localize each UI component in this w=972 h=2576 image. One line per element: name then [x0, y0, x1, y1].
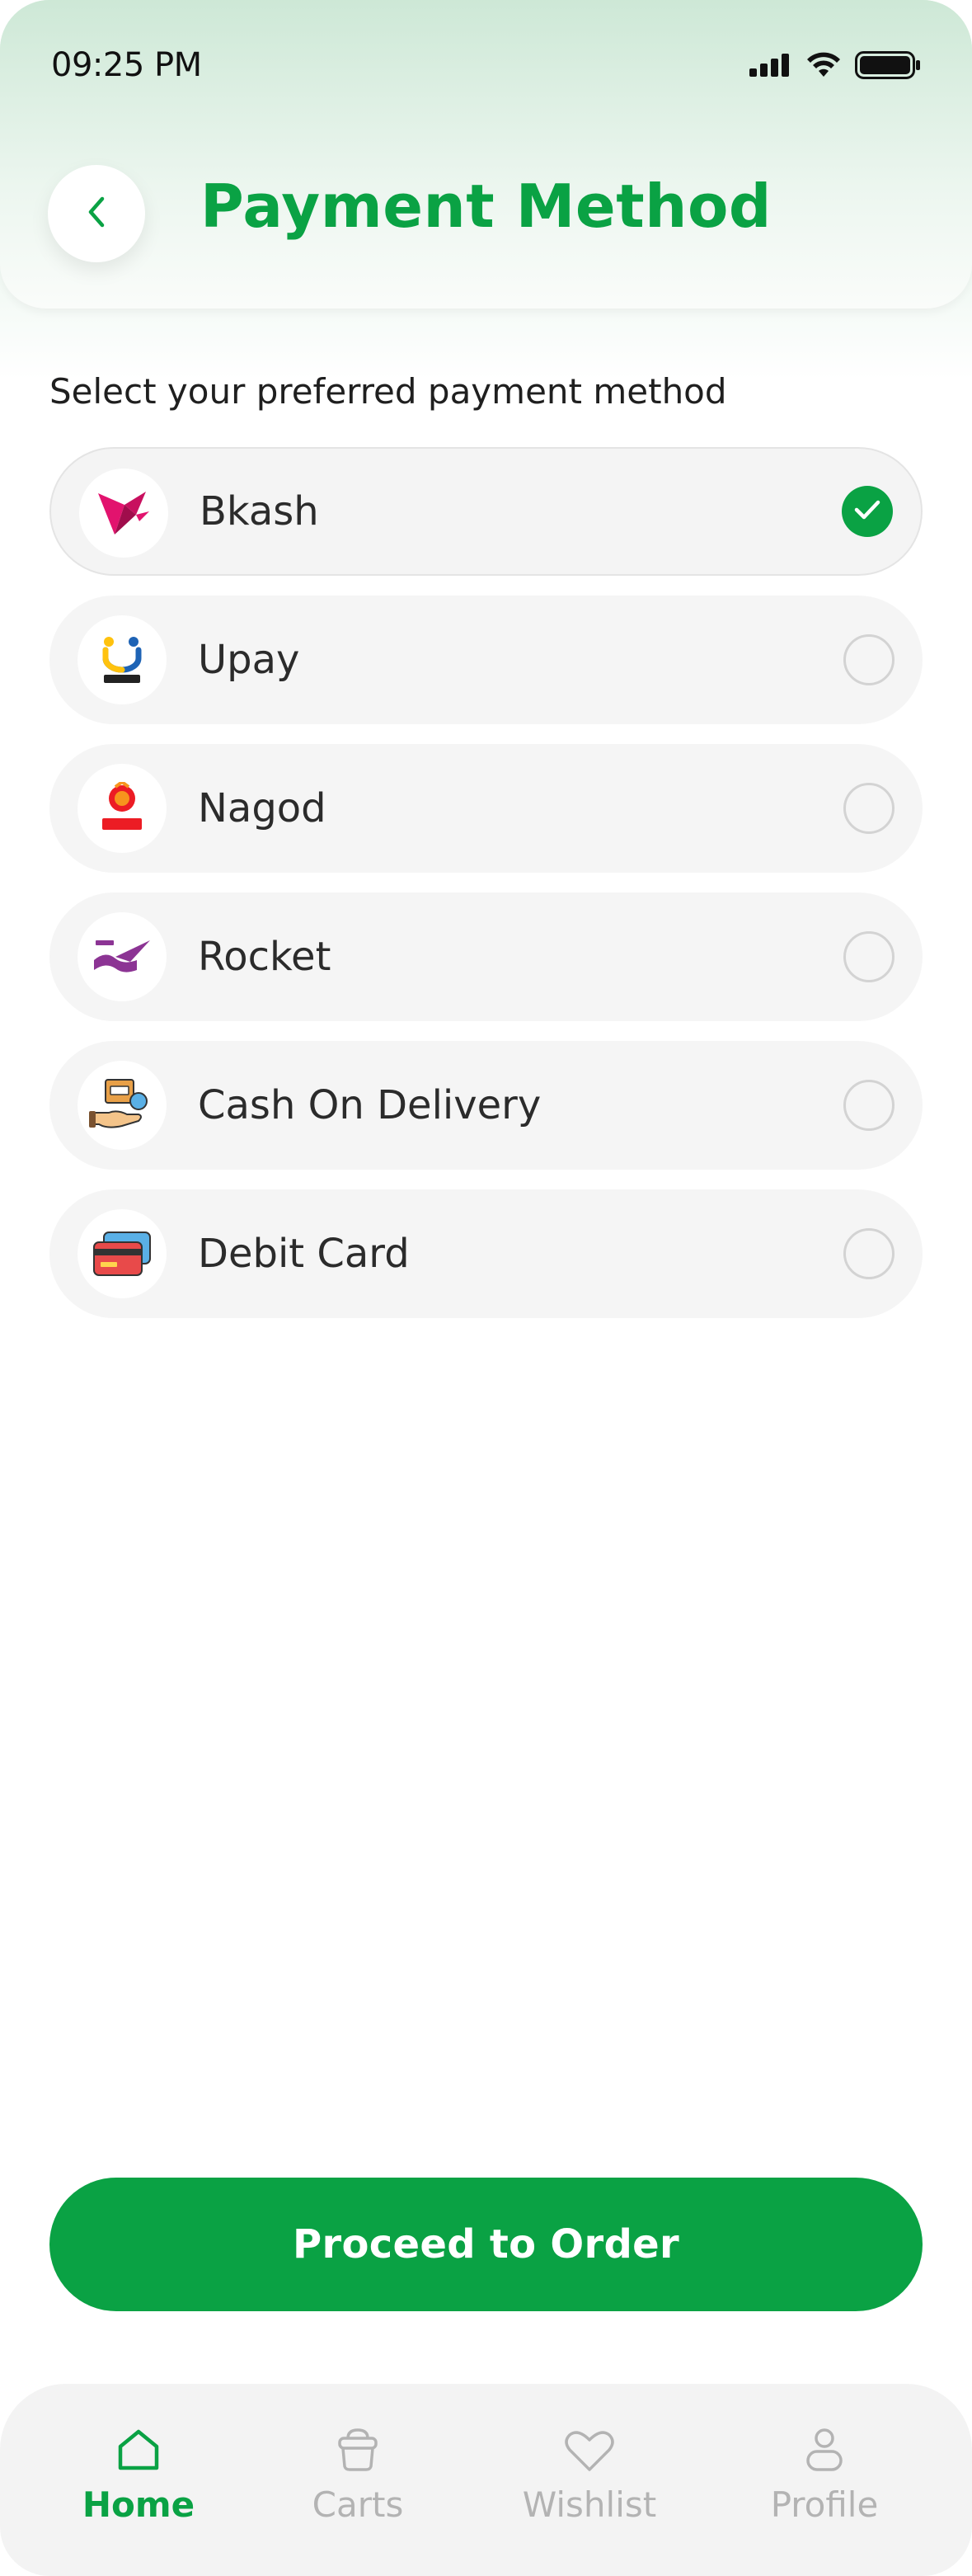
status-time: 09:25 PM: [51, 46, 202, 84]
nav-label: Carts: [312, 2484, 404, 2525]
radio-unselected[interactable]: [843, 931, 895, 982]
bkash-logo-icon: [79, 469, 168, 558]
nav-home[interactable]: Home: [56, 2425, 221, 2525]
radio-unselected[interactable]: [843, 783, 895, 834]
chevron-left-icon: [82, 194, 110, 233]
radio-unselected[interactable]: [843, 1228, 895, 1279]
nav-profile[interactable]: Profile: [742, 2425, 907, 2525]
payment-option-nagad[interactable]: Nagod: [49, 744, 923, 873]
payment-option-label: Upay: [198, 637, 300, 683]
nav-label: Profile: [770, 2484, 879, 2525]
upay-logo-icon: [77, 615, 167, 704]
battery-icon: [855, 51, 921, 82]
header: 09:25 PM Payment Method: [0, 0, 972, 310]
payment-option-label: Bkash: [200, 488, 319, 535]
payment-method-screen: 09:25 PM Payment Method Select your pref…: [0, 0, 972, 2576]
nav-carts[interactable]: Carts: [275, 2425, 440, 2525]
nagad-logo-icon: [77, 764, 167, 853]
payment-method-list: Bkash Upay Nagod Rocket Cash On Delivery…: [49, 447, 923, 1338]
payment-option-label: Debit Card: [198, 1231, 410, 1277]
bottom-navigation: Home Carts Wishlist Profile: [0, 2384, 972, 2576]
nav-label: Home: [82, 2484, 195, 2525]
back-button[interactable]: [48, 165, 145, 262]
radio-unselected[interactable]: [843, 1080, 895, 1131]
payment-option-debit-card[interactable]: Debit Card: [49, 1189, 923, 1318]
check-icon: [853, 498, 881, 525]
cart-icon: [333, 2425, 383, 2478]
payment-option-label: Rocket: [198, 934, 331, 980]
payment-option-rocket[interactable]: Rocket: [49, 892, 923, 1021]
payment-option-cash-on-delivery[interactable]: Cash On Delivery: [49, 1041, 923, 1170]
payment-option-label: Cash On Delivery: [198, 1082, 542, 1128]
cash-on-delivery-icon: [77, 1061, 167, 1150]
rocket-logo-icon: [77, 912, 167, 1001]
page-title: Payment Method: [200, 172, 772, 241]
debit-card-icon: [77, 1209, 167, 1298]
payment-option-label: Nagod: [198, 785, 326, 831]
home-icon: [114, 2425, 163, 2478]
payment-option-bkash[interactable]: Bkash: [49, 447, 923, 576]
radio-selected[interactable]: [842, 486, 893, 537]
user-icon: [800, 2425, 849, 2478]
wifi-icon: [805, 52, 842, 82]
proceed-to-order-button[interactable]: Proceed to Order: [49, 2178, 923, 2311]
cellular-signal-icon: [749, 54, 792, 80]
section-subtitle: Select your preferred payment method: [49, 371, 727, 412]
nav-wishlist[interactable]: Wishlist: [507, 2425, 672, 2525]
heart-icon: [563, 2425, 616, 2478]
payment-option-upay[interactable]: Upay: [49, 596, 923, 724]
status-icons: [749, 51, 921, 82]
nav-label: Wishlist: [522, 2484, 657, 2525]
radio-unselected[interactable]: [843, 634, 895, 685]
